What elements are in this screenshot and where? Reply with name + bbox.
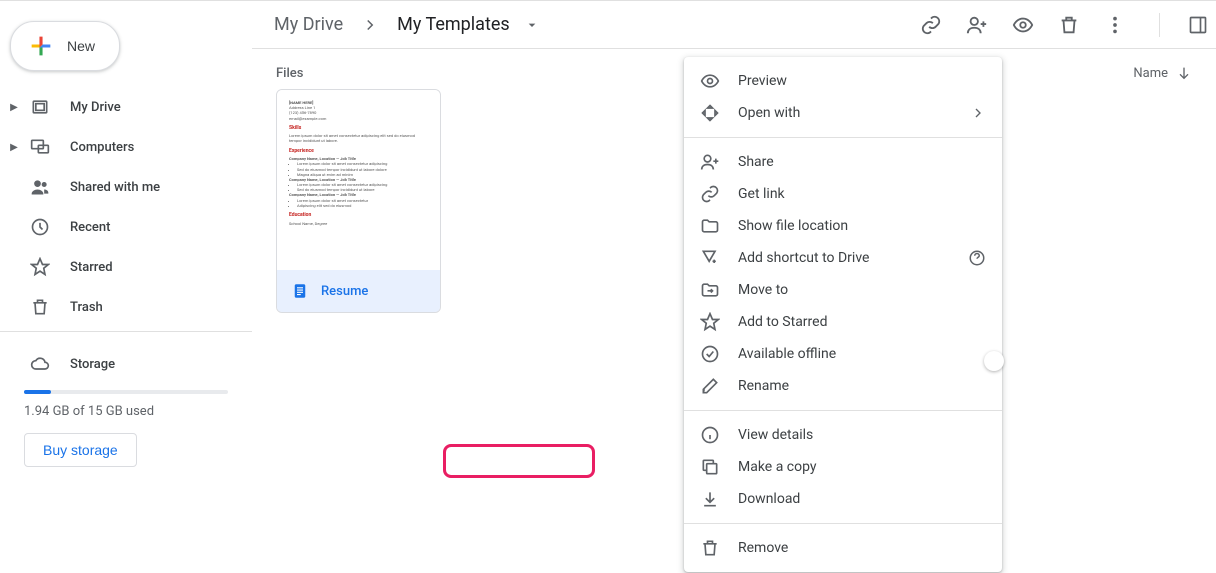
menu-remove[interactable]: Remove [684, 532, 1002, 564]
download-icon [700, 489, 720, 509]
menu-preview[interactable]: Preview [684, 65, 1002, 97]
get-link-icon[interactable] [919, 13, 943, 37]
sidebar-item-label: Trash [70, 300, 103, 315]
menu-show-location[interactable]: Show file location [684, 210, 1002, 242]
menu-open-with[interactable]: Open with [684, 97, 1002, 129]
file-card[interactable]: [NAME HERE] Address Line 1(123) 456-7890… [276, 89, 441, 313]
menu-move-to[interactable]: Move to [684, 274, 1002, 306]
sidebar-item-starred[interactable]: Starred [0, 247, 236, 287]
open-with-icon [700, 103, 720, 123]
breadcrumb-root[interactable]: My Drive [268, 10, 349, 39]
delete-icon[interactable] [1057, 13, 1081, 37]
link-icon [700, 184, 720, 204]
sidebar-item-label: My Drive [70, 100, 121, 115]
storage-bar [24, 390, 228, 394]
menu-rename[interactable]: Rename [684, 370, 1002, 402]
drive-icon [28, 95, 52, 119]
sidebar-item-computers[interactable]: ▶ Computers [0, 127, 236, 167]
copy-icon [700, 457, 720, 477]
details-icon[interactable] [1186, 13, 1210, 37]
computers-icon [28, 135, 52, 159]
arrow-down-icon [1176, 65, 1192, 81]
menu-share[interactable]: Share [684, 146, 1002, 178]
sidebar-item-recent[interactable]: Recent [0, 207, 236, 247]
sidebar-item-label: Shared with me [70, 180, 160, 195]
trash-icon [700, 538, 720, 558]
file-name: Resume [321, 284, 368, 299]
sidebar-item-trash[interactable]: Trash [0, 287, 236, 327]
info-icon [700, 425, 720, 445]
sidebar-item-label: Recent [70, 220, 110, 235]
breadcrumb: My Drive My Templates [268, 10, 919, 39]
new-button-label: New [67, 38, 95, 54]
sidebar-item-storage[interactable]: Storage [0, 344, 236, 384]
chevron-right-icon [353, 16, 387, 34]
preview-icon[interactable] [1011, 13, 1035, 37]
menu-get-link[interactable]: Get link [684, 178, 1002, 210]
chevron-right-icon: ▶ [4, 102, 24, 113]
folder-icon [700, 216, 720, 236]
breadcrumb-current[interactable]: My Templates [391, 10, 516, 39]
move-icon [700, 280, 720, 300]
file-thumbnail: [NAME HERE] Address Line 1(123) 456-7890… [277, 90, 440, 270]
sidebar-item-label: Starred [70, 260, 113, 275]
buy-storage-button[interactable]: Buy storage [24, 433, 137, 467]
menu-add-shortcut[interactable]: Add shortcut to Drive [684, 242, 1002, 274]
menu-make-copy[interactable]: Make a copy [684, 451, 1002, 483]
cloud-icon [28, 352, 52, 376]
sidebar-item-my-drive[interactable]: ▶ My Drive [0, 87, 236, 127]
pencil-icon [700, 376, 720, 396]
menu-download[interactable]: Download [684, 483, 1002, 515]
sidebar-item-shared[interactable]: Shared with me [0, 167, 236, 207]
plus-icon [27, 32, 55, 60]
docs-icon [291, 282, 309, 300]
menu-offline[interactable]: Available offline [684, 338, 1002, 370]
files-section-label: Files [276, 66, 303, 81]
menu-add-starred[interactable]: Add to Starred [684, 306, 1002, 338]
star-icon [700, 312, 720, 332]
sidebar-item-label: Storage [70, 357, 115, 372]
sidebar-item-label: Computers [70, 140, 134, 155]
trash-icon [28, 295, 52, 319]
chevron-right-icon [970, 105, 986, 121]
help-icon[interactable] [968, 249, 986, 267]
eye-icon [700, 71, 720, 91]
star-icon [28, 255, 52, 279]
context-menu: Preview Open with Share Get link Show fi… [684, 57, 1002, 572]
sort-button[interactable]: Name [1133, 65, 1192, 81]
menu-view-details[interactable]: View details [684, 419, 1002, 451]
shortcut-icon [700, 248, 720, 268]
sort-label: Name [1133, 66, 1168, 81]
caret-down-icon[interactable] [524, 17, 540, 33]
chevron-right-icon: ▶ [4, 142, 24, 153]
clock-icon [28, 215, 52, 239]
storage-usage-text: 1.94 GB of 15 GB used [24, 404, 252, 419]
more-icon[interactable] [1103, 13, 1127, 37]
people-icon [28, 175, 52, 199]
new-button[interactable]: New [10, 21, 120, 71]
share-icon[interactable] [965, 13, 989, 37]
person-add-icon [700, 152, 720, 172]
offline-icon [700, 344, 720, 364]
